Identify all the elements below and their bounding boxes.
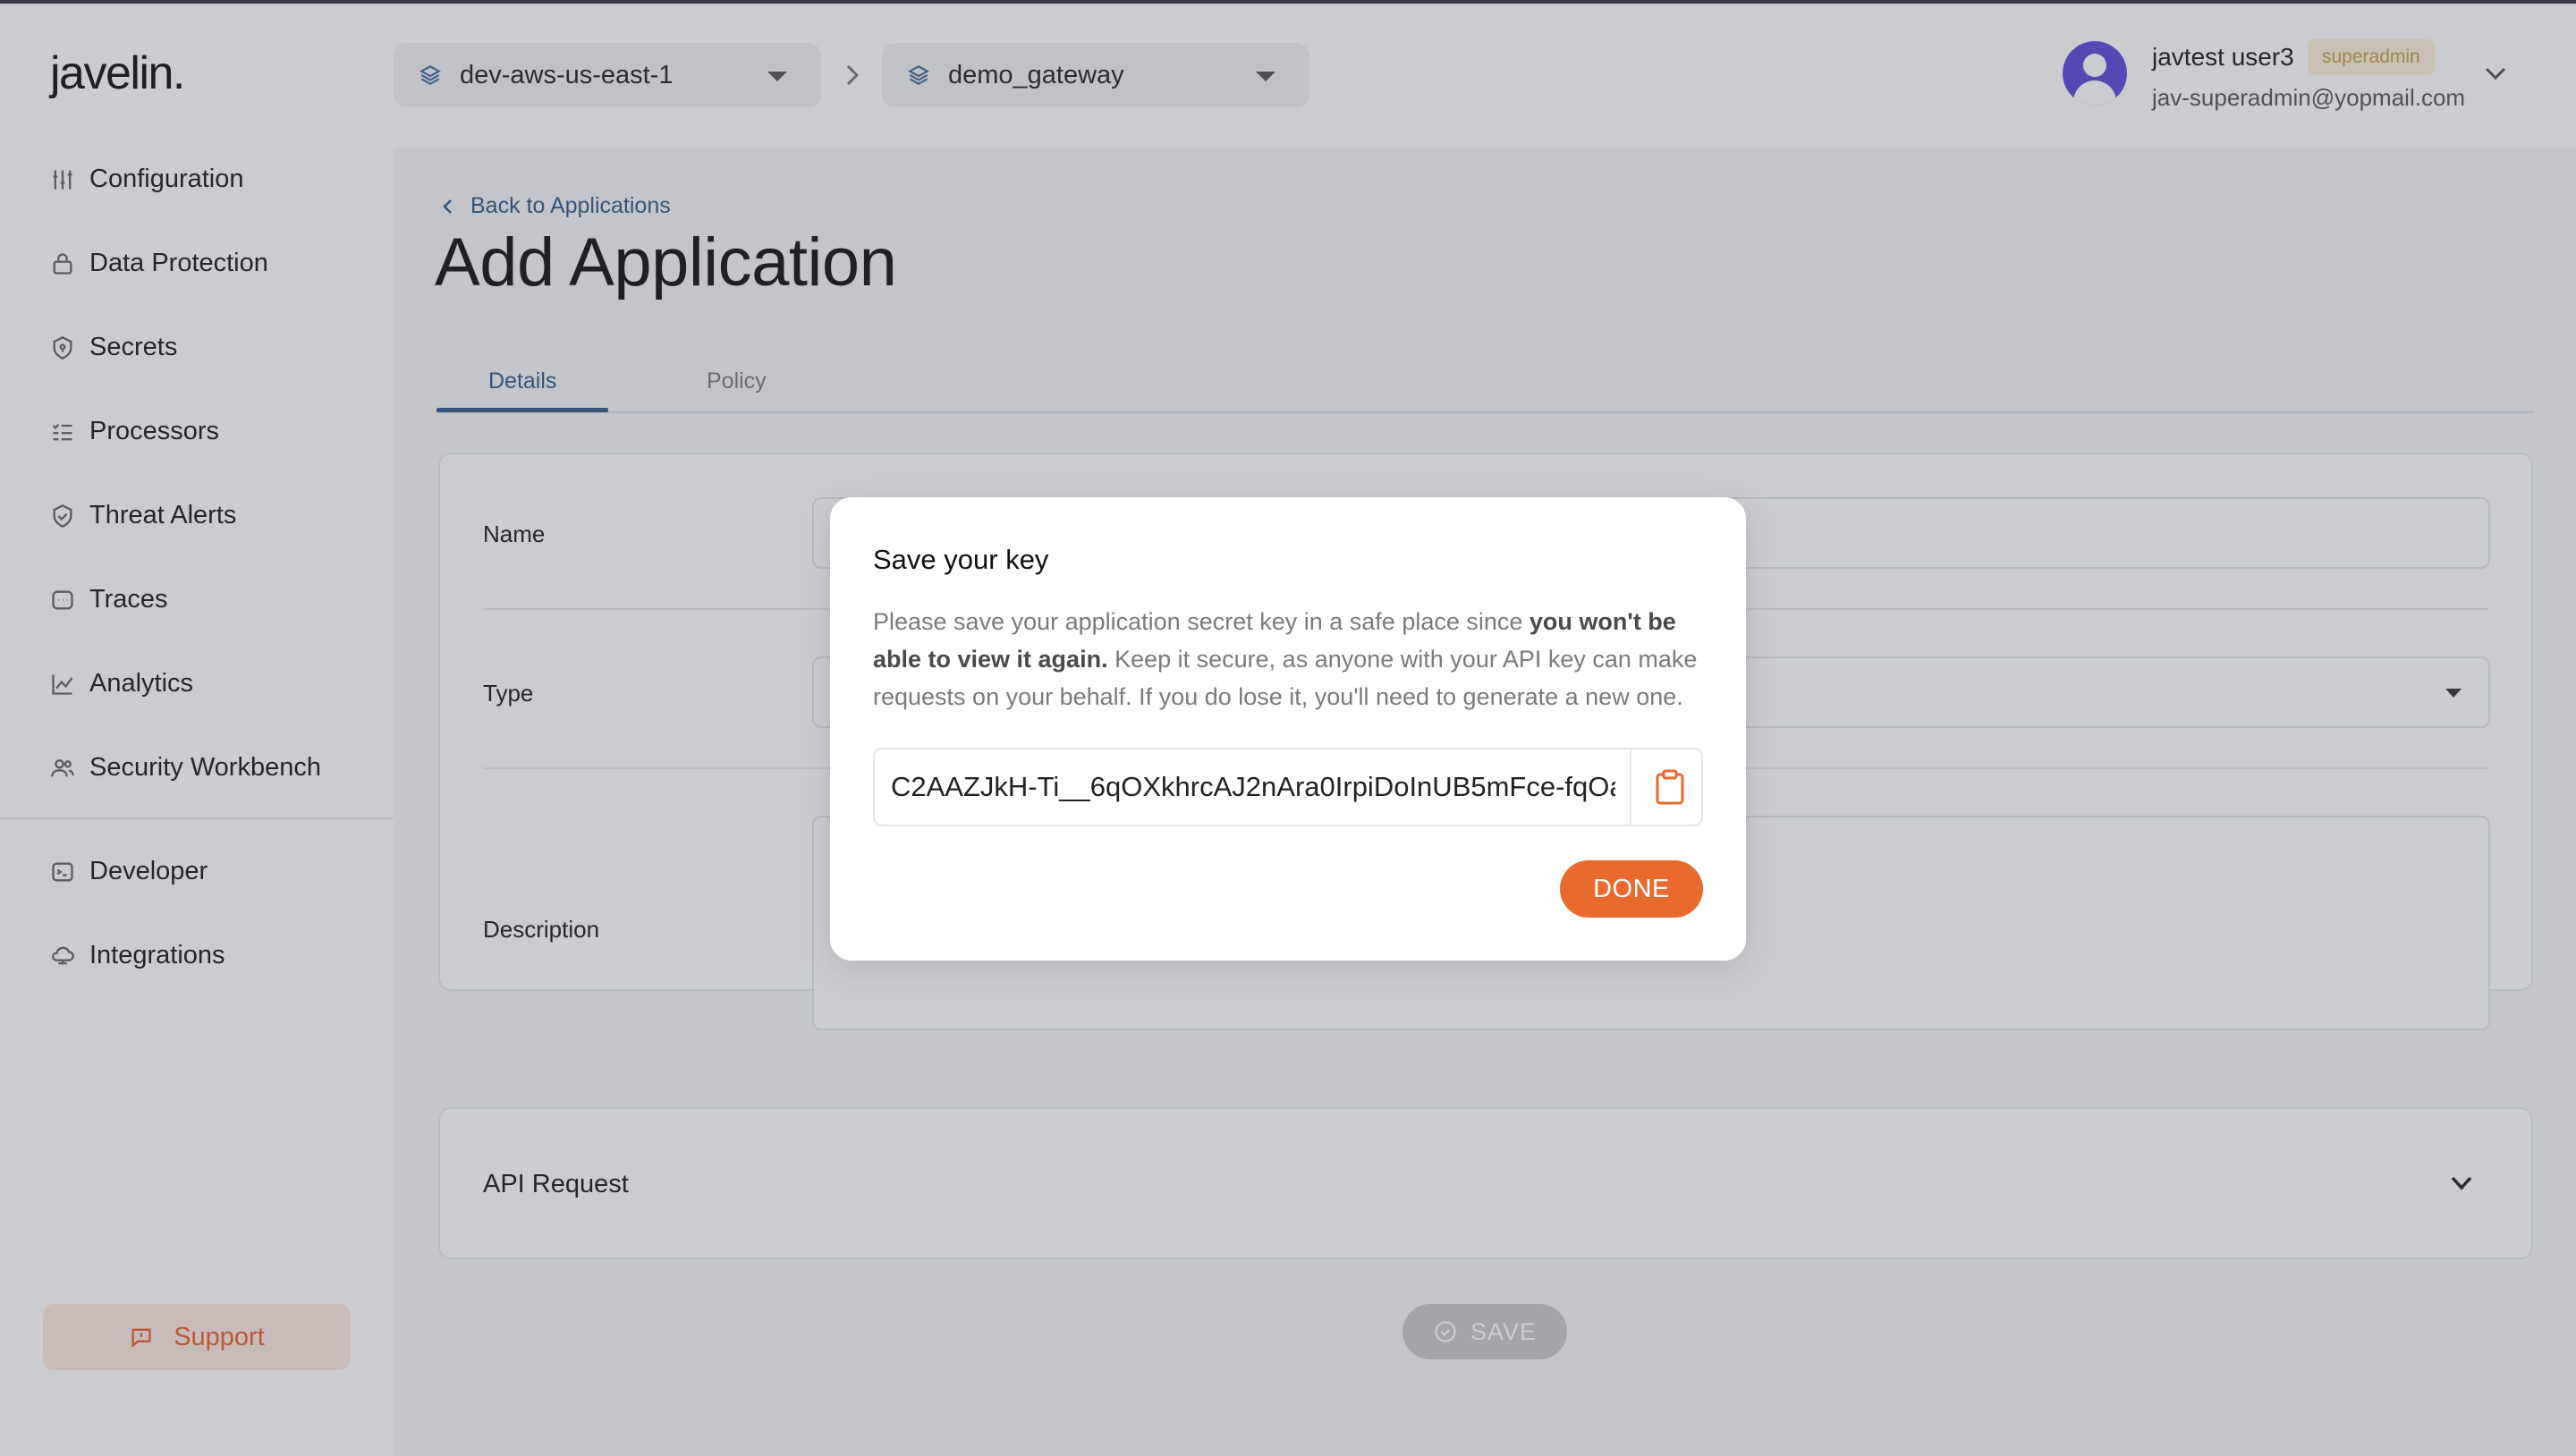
save-key-dialog: Save your key Please save your applicati… (830, 497, 1746, 961)
secret-key-field[interactable]: C2AAZJkH-Ti__6qOXkhrcAJ2nAra0IrpiDoInUB5… (873, 748, 1703, 826)
secret-key-value[interactable]: C2AAZJkH-Ti__6qOXkhrcAJ2nAra0IrpiDoInUB5… (891, 749, 1615, 825)
dialog-message: Please save your application secret key … (873, 603, 1714, 715)
clipboard-icon[interactable] (1655, 769, 1685, 805)
done-button[interactable]: DONE (1560, 860, 1703, 918)
dialog-message-text: Please save your application secret key … (873, 608, 1530, 635)
dialog-title: Save your key (873, 544, 1049, 575)
key-field-divider (1630, 749, 1631, 825)
top-border (0, 0, 2576, 4)
